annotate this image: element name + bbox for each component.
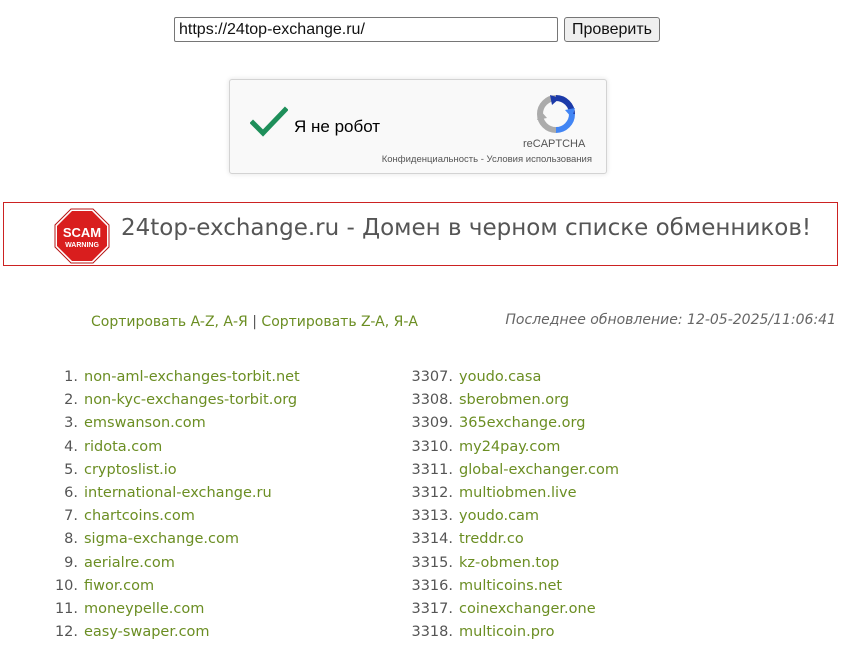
domain-link[interactable]: global-exchanger.com: [459, 462, 619, 478]
domain-link[interactable]: international-exchange.ru: [84, 485, 272, 501]
list-item: 3312. multiobmen.live: [400, 482, 760, 505]
scam-sign-line2: WARNING: [65, 242, 99, 249]
item-number: 3315.: [411, 554, 453, 571]
list-item: 1. non-aml-exchanges-torbit.net: [40, 366, 360, 389]
item-number: 3317.: [411, 600, 453, 617]
domain-link[interactable]: youdo.cam: [459, 508, 539, 524]
domain-link[interactable]: emswanson.com: [84, 415, 206, 431]
list-item: 3310. my24pay.com: [400, 436, 760, 459]
list-item: 2. non-kyc-exchanges-torbit.org: [40, 389, 360, 412]
domain-link[interactable]: 365exchange.org: [459, 415, 585, 431]
item-number: 7.: [64, 508, 78, 525]
item-number: 3311.: [411, 461, 453, 478]
list-item: 8. sigma-exchange.com: [40, 528, 360, 551]
item-number: 3310.: [411, 438, 453, 455]
checkmark-icon[interactable]: [249, 106, 289, 138]
item-number: 3.: [64, 415, 78, 432]
item-number: 3308.: [411, 392, 453, 409]
list-item: 3313. youdo.cam: [400, 505, 760, 528]
list-item: 3309. 365exchange.org: [400, 412, 760, 435]
domain-link[interactable]: non-kyc-exchanges-torbit.org: [84, 392, 297, 408]
sort-divider: |: [252, 314, 257, 330]
domain-link[interactable]: kz-obmen.top: [459, 555, 559, 571]
item-number: 3312.: [411, 484, 453, 501]
scam-sign-line1: SCAM: [63, 225, 101, 240]
captcha-link-separator: -: [478, 154, 487, 165]
terms-link[interactable]: Условия использования: [487, 154, 592, 165]
domain-link[interactable]: fiwor.com: [84, 578, 154, 594]
list-item: 3318. multicoin.pro: [400, 621, 760, 644]
sort-za-link[interactable]: Сортировать Z-A, Я-А: [261, 314, 418, 330]
list-item: 5. cryptoslist.io: [40, 459, 360, 482]
domain-link[interactable]: moneypelle.com: [84, 601, 204, 617]
search-bar: Проверить: [174, 17, 661, 42]
domain-link[interactable]: cryptoslist.io: [84, 462, 177, 478]
list-item: 3311. global-exchanger.com: [400, 459, 760, 482]
list-item: 3307. youdo.casa: [400, 366, 760, 389]
domain-link[interactable]: multicoin.pro: [459, 624, 554, 640]
domain-link[interactable]: ridota.com: [84, 439, 162, 455]
domain-link[interactable]: sberobmen.org: [459, 392, 569, 408]
item-number: 5.: [64, 461, 78, 478]
item-number: 9.: [64, 554, 78, 571]
domain-link[interactable]: sigma-exchange.com: [84, 531, 239, 547]
item-number: 1.: [64, 369, 78, 385]
item-number: 6.: [64, 484, 78, 501]
domain-link[interactable]: coinexchanger.one: [459, 601, 596, 617]
item-number: 11.: [54, 600, 78, 617]
domain-link[interactable]: youdo.casa: [459, 369, 541, 385]
recaptcha-widget: Я не робот reCAPTCHA Конфиденциальность …: [229, 79, 607, 174]
captcha-label: Я не робот: [294, 117, 381, 136]
domain-link[interactable]: non-aml-exchanges-torbit.net: [84, 369, 300, 385]
list-item: 12. easy-swaper.com: [40, 621, 360, 644]
list-item: 3308. sberobmen.org: [400, 389, 760, 412]
list-item: 10. fiwor.com: [40, 575, 360, 598]
domain-link[interactable]: chartcoins.com: [84, 508, 195, 524]
list-item: 7. chartcoins.com: [40, 505, 360, 528]
last-updated: Последнее обновление: 12-05-2025/11:06:4…: [505, 312, 836, 328]
domain-link[interactable]: easy-swaper.com: [84, 624, 210, 640]
item-number: 3314.: [411, 531, 453, 548]
list-item: 3. emswanson.com: [40, 412, 360, 435]
domain-link[interactable]: treddr.co: [459, 531, 524, 547]
check-button[interactable]: Проверить: [564, 17, 661, 42]
captcha-links: Конфиденциальность - Условия использован…: [382, 154, 592, 165]
domain-link[interactable]: aerialre.com: [84, 555, 175, 571]
blacklist-right-column: 3307. youdo.casa 3308. sberobmen.org 3309. 36…: [400, 366, 760, 644]
list-item: 9. aerialre.com: [40, 552, 360, 575]
item-number: 10.: [54, 577, 78, 594]
item-number: 8.: [64, 531, 78, 548]
list-item: 11. moneypelle.com: [40, 598, 360, 621]
list-item: 6. international-exchange.ru: [40, 482, 360, 505]
list-item: 4. ridota.com: [40, 436, 360, 459]
domain-link[interactable]: my24pay.com: [459, 439, 560, 455]
alert-message: 24top-exchange.ru - Домен в черном списк…: [121, 215, 812, 241]
list-item: 3317. coinexchanger.one: [400, 598, 760, 621]
privacy-link[interactable]: Конфиденциальность: [382, 154, 478, 165]
sort-az-link[interactable]: Сортировать A-Z, А-Я: [91, 314, 248, 330]
item-number: 3307.: [411, 369, 453, 385]
item-number: 3313.: [411, 508, 453, 525]
list-item: 3315. kz-obmen.top: [400, 552, 760, 575]
domain-link[interactable]: multicoins.net: [459, 578, 562, 594]
item-number: 2.: [64, 392, 78, 409]
item-number: 3318.: [411, 624, 453, 641]
blacklist-alert: SCAM WARNING 24top-exchange.ru - Домен в…: [3, 202, 838, 266]
item-number: 12.: [54, 624, 78, 641]
sort-controls: Сортировать A-Z, А-Я | Сортировать Z-A, …: [91, 314, 418, 330]
item-number: 3309.: [411, 415, 453, 432]
recaptcha-logo-icon: [536, 94, 576, 134]
list-item: 3316. multicoins.net: [400, 575, 760, 598]
domain-link[interactable]: multiobmen.live: [459, 485, 577, 501]
item-number: 4.: [64, 438, 78, 455]
list-item: 3314. treddr.co: [400, 528, 760, 551]
item-number: 3316.: [411, 577, 453, 594]
url-input[interactable]: [174, 17, 558, 42]
recaptcha-brand: reCAPTCHA: [523, 138, 586, 150]
blacklist-left-column: 1. non-aml-exchanges-torbit.net 2. non-kyc-…: [40, 366, 360, 644]
stop-sign-icon: SCAM WARNING: [54, 208, 110, 264]
